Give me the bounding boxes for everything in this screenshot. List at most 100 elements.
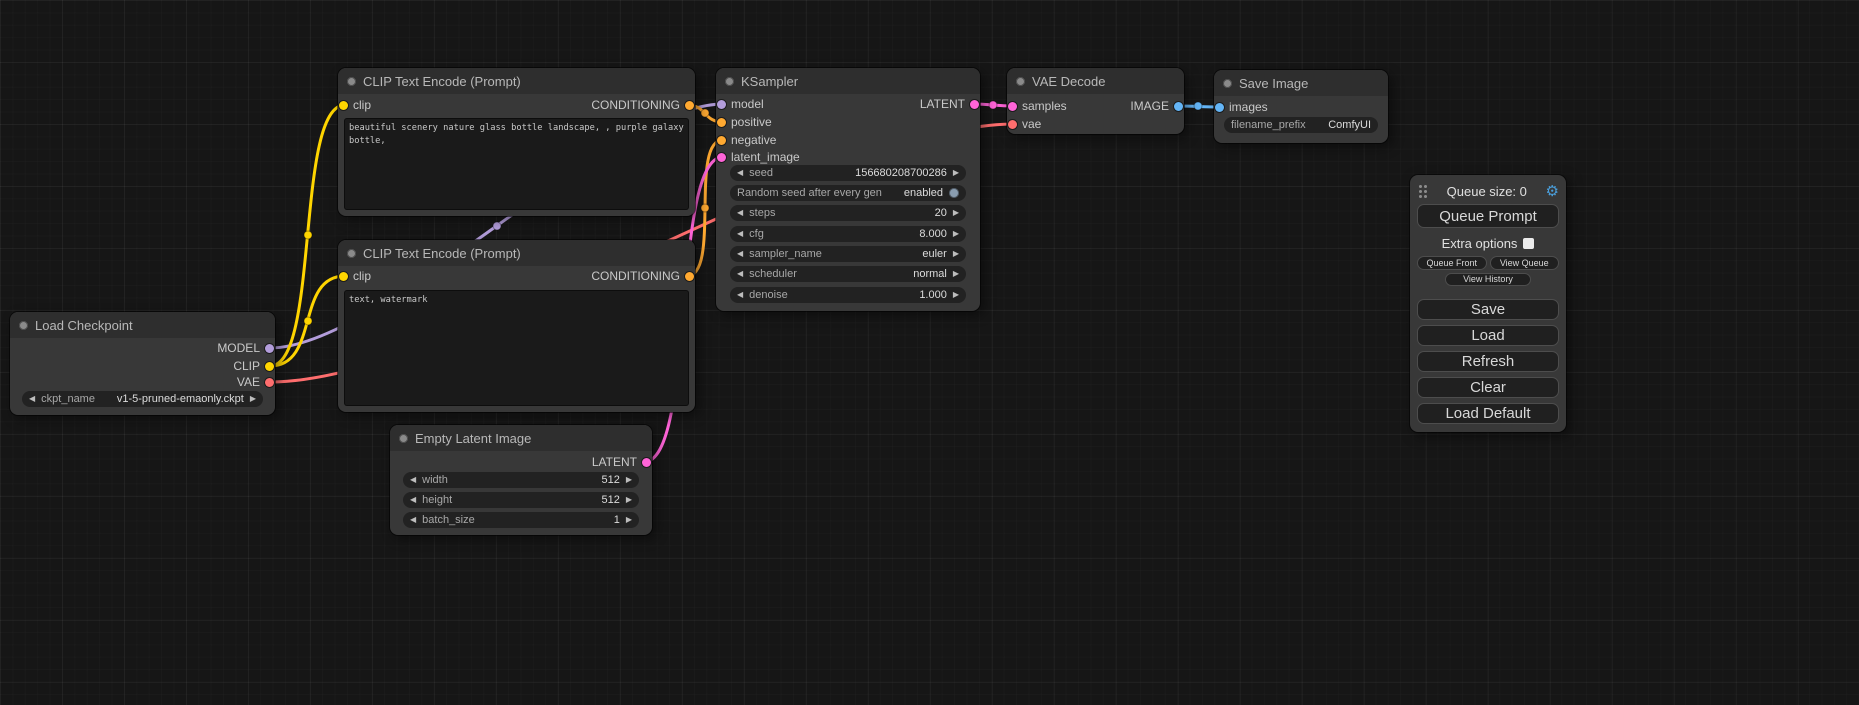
node-ksampler[interactable]: KSampler model positive negative latent_… bbox=[716, 68, 980, 311]
widget-steps[interactable]: ◀ steps 20 ▶ bbox=[730, 205, 966, 221]
queue-prompt-button[interactable]: Queue Prompt bbox=[1417, 204, 1559, 228]
output-port-model[interactable]: MODEL bbox=[217, 341, 274, 355]
node-title-bar[interactable]: CLIP Text Encode (Prompt) bbox=[338, 240, 695, 266]
settings-gear-icon[interactable]: ⚙ bbox=[1546, 184, 1559, 199]
prompt-textarea[interactable]: beautiful scenery nature glass bottle la… bbox=[344, 118, 689, 210]
load-button[interactable]: Load bbox=[1417, 325, 1559, 346]
output-port-conditioning[interactable]: CONDITIONING bbox=[591, 98, 694, 112]
clip-port-dot[interactable] bbox=[265, 362, 274, 371]
image-port-dot[interactable] bbox=[1215, 103, 1224, 112]
output-port-clip[interactable]: CLIP bbox=[233, 359, 274, 373]
widget-random-seed-toggle[interactable]: Random seed after every gen enabled bbox=[730, 185, 966, 201]
input-port-samples[interactable]: samples bbox=[1008, 99, 1067, 113]
output-port-vae[interactable]: VAE bbox=[237, 375, 274, 389]
decrement-arrow-icon[interactable]: ◀ bbox=[410, 496, 416, 504]
collapse-dot-icon[interactable] bbox=[1223, 79, 1232, 88]
collapse-dot-icon[interactable] bbox=[19, 321, 28, 330]
node-title-bar[interactable]: Empty Latent Image bbox=[390, 425, 652, 451]
widget-batch-size[interactable]: ◀ batch_size 1 ▶ bbox=[403, 512, 639, 528]
node-title-bar[interactable]: KSampler bbox=[716, 68, 980, 94]
decrement-arrow-icon[interactable]: ◀ bbox=[410, 516, 416, 524]
widget-height[interactable]: ◀ height 512 ▶ bbox=[403, 492, 639, 508]
node-load-checkpoint[interactable]: Load Checkpoint MODEL CLIP VAE ◀ ckpt_na… bbox=[10, 312, 275, 415]
increment-arrow-icon[interactable]: ▶ bbox=[626, 476, 632, 484]
input-port-clip[interactable]: clip bbox=[339, 98, 371, 112]
latent-port-dot[interactable] bbox=[1008, 102, 1017, 111]
save-button[interactable]: Save bbox=[1417, 299, 1559, 320]
node-title-bar[interactable]: VAE Decode bbox=[1007, 68, 1184, 94]
decrement-arrow-icon[interactable]: ◀ bbox=[410, 476, 416, 484]
increment-arrow-icon[interactable]: ▶ bbox=[953, 169, 959, 177]
increment-arrow-icon[interactable]: ▶ bbox=[626, 516, 632, 524]
model-port-dot[interactable] bbox=[265, 344, 274, 353]
vae-port-dot[interactable] bbox=[265, 378, 274, 387]
refresh-button[interactable]: Refresh bbox=[1417, 351, 1559, 372]
node-title-bar[interactable]: Save Image bbox=[1214, 70, 1388, 96]
increment-arrow-icon[interactable]: ▶ bbox=[953, 230, 959, 238]
widget-seed[interactable]: ◀ seed 156680208700286 ▶ bbox=[730, 165, 966, 181]
clear-button[interactable]: Clear bbox=[1417, 377, 1559, 398]
conditioning-port-dot[interactable] bbox=[717, 136, 726, 145]
extra-options-checkbox[interactable] bbox=[1523, 238, 1534, 249]
load-default-button[interactable]: Load Default bbox=[1417, 403, 1559, 424]
node-vae-decode[interactable]: VAE Decode samples vae IMAGE bbox=[1007, 68, 1184, 134]
vae-port-dot[interactable] bbox=[1008, 120, 1017, 129]
decrement-arrow-icon[interactable]: ◀ bbox=[737, 169, 743, 177]
next-value-arrow-icon[interactable]: ▶ bbox=[953, 250, 959, 258]
output-port-conditioning[interactable]: CONDITIONING bbox=[591, 269, 694, 283]
latent-port-dot[interactable] bbox=[642, 458, 651, 467]
collapse-dot-icon[interactable] bbox=[347, 77, 356, 86]
widget-scheduler[interactable]: ◀ scheduler normal ▶ bbox=[730, 266, 966, 282]
input-port-images[interactable]: images bbox=[1215, 100, 1268, 114]
input-port-latent-image[interactable]: latent_image bbox=[717, 150, 800, 164]
latent-port-dot[interactable] bbox=[717, 153, 726, 162]
conditioning-port-dot[interactable] bbox=[685, 272, 694, 281]
input-port-vae[interactable]: vae bbox=[1008, 117, 1041, 131]
clip-port-dot[interactable] bbox=[339, 101, 348, 110]
output-port-image[interactable]: IMAGE bbox=[1130, 99, 1183, 113]
output-port-latent[interactable]: LATENT bbox=[592, 455, 651, 469]
node-clip-text-encode-negative[interactable]: CLIP Text Encode (Prompt) clip CONDITION… bbox=[338, 240, 695, 412]
decrement-arrow-icon[interactable]: ◀ bbox=[737, 209, 743, 217]
node-empty-latent-image[interactable]: Empty Latent Image LATENT ◀ width 512 ▶ … bbox=[390, 425, 652, 535]
model-port-dot[interactable] bbox=[717, 100, 726, 109]
input-port-model[interactable]: model bbox=[717, 97, 764, 111]
increment-arrow-icon[interactable]: ▶ bbox=[626, 496, 632, 504]
view-history-button[interactable]: View History bbox=[1445, 273, 1531, 286]
increment-arrow-icon[interactable]: ▶ bbox=[953, 291, 959, 299]
prev-value-arrow-icon[interactable]: ◀ bbox=[737, 270, 743, 278]
input-port-negative[interactable]: negative bbox=[717, 133, 776, 147]
input-port-clip[interactable]: clip bbox=[339, 269, 371, 283]
conditioning-port-dot[interactable] bbox=[685, 101, 694, 110]
prev-value-arrow-icon[interactable]: ◀ bbox=[29, 395, 35, 403]
decrement-arrow-icon[interactable]: ◀ bbox=[737, 291, 743, 299]
prompt-textarea[interactable]: text, watermark bbox=[344, 290, 689, 406]
widget-width[interactable]: ◀ width 512 ▶ bbox=[403, 472, 639, 488]
widget-filename-prefix[interactable]: filename_prefix ComfyUI bbox=[1224, 117, 1378, 133]
widget-sampler-name[interactable]: ◀ sampler_name euler ▶ bbox=[730, 246, 966, 262]
conditioning-port-dot[interactable] bbox=[717, 118, 726, 127]
clip-port-dot[interactable] bbox=[339, 272, 348, 281]
widget-ckpt-name[interactable]: ◀ ckpt_name v1-5-pruned-emaonly.ckpt ▶ bbox=[22, 391, 263, 407]
queue-front-button[interactable]: Queue Front bbox=[1417, 256, 1487, 270]
decrement-arrow-icon[interactable]: ◀ bbox=[737, 230, 743, 238]
collapse-dot-icon[interactable] bbox=[1016, 77, 1025, 86]
node-save-image[interactable]: Save Image images filename_prefix ComfyU… bbox=[1214, 70, 1388, 143]
output-port-latent[interactable]: LATENT bbox=[920, 97, 979, 111]
prev-value-arrow-icon[interactable]: ◀ bbox=[737, 250, 743, 258]
next-value-arrow-icon[interactable]: ▶ bbox=[953, 270, 959, 278]
increment-arrow-icon[interactable]: ▶ bbox=[953, 209, 959, 217]
widget-denoise[interactable]: ◀ denoise 1.000 ▶ bbox=[730, 287, 966, 303]
node-title-bar[interactable]: Load Checkpoint bbox=[10, 312, 275, 338]
widget-cfg[interactable]: ◀ cfg 8.000 ▶ bbox=[730, 226, 966, 242]
node-title-bar[interactable]: CLIP Text Encode (Prompt) bbox=[338, 68, 695, 94]
toggle-dot-icon[interactable] bbox=[949, 188, 959, 198]
collapse-dot-icon[interactable] bbox=[347, 249, 356, 258]
view-queue-button[interactable]: View Queue bbox=[1490, 256, 1560, 270]
collapse-dot-icon[interactable] bbox=[725, 77, 734, 86]
latent-port-dot[interactable] bbox=[970, 100, 979, 109]
drag-handle-icon[interactable] bbox=[1417, 183, 1428, 199]
collapse-dot-icon[interactable] bbox=[399, 434, 408, 443]
next-value-arrow-icon[interactable]: ▶ bbox=[250, 395, 256, 403]
node-clip-text-encode-positive[interactable]: CLIP Text Encode (Prompt) clip CONDITION… bbox=[338, 68, 695, 216]
